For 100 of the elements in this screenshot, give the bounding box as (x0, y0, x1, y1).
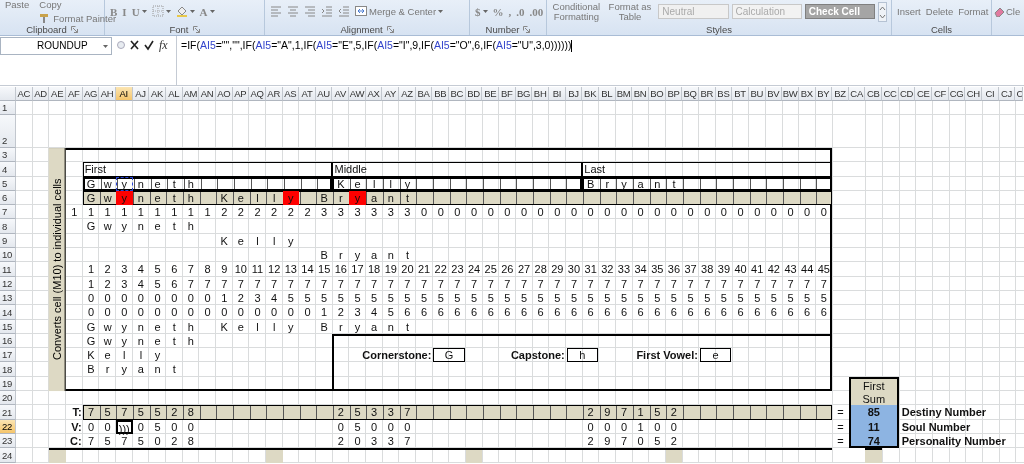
indent-button[interactable] (337, 5, 351, 18)
sheet-cell-text: 7 (519, 276, 529, 291)
ribbon-button[interactable]: Cle (993, 6, 1022, 17)
sheet-cell-text: 3 (120, 276, 129, 291)
column-header[interactable]: BT (732, 87, 749, 101)
sheet-cell-text: 7 (403, 405, 412, 420)
row-header[interactable]: 2 (0, 115, 16, 148)
column-header[interactable]: BH (532, 87, 549, 101)
column-header[interactable]: CB (865, 87, 883, 101)
row-header[interactable]: 21 (0, 405, 16, 420)
group-label: Font (169, 23, 189, 35)
column-header[interactable]: BE (482, 87, 500, 101)
indent-icon (338, 5, 350, 18)
sheet-cell-text: 0 (170, 305, 179, 320)
column-header[interactable]: BK (582, 87, 599, 101)
caret-icon[interactable] (438, 10, 444, 13)
row-header[interactable]: 8 (0, 219, 16, 234)
sheet-cell-text: 30 (566, 262, 582, 277)
ribbon-button[interactable]: Delete (924, 6, 955, 17)
indent-button[interactable] (320, 5, 334, 18)
dialog-launcher-icon[interactable] (523, 25, 531, 33)
row-header[interactable]: 17 (0, 348, 16, 363)
ribbon-button[interactable]: Merge & Center (354, 6, 445, 17)
column-header[interactable]: BI (549, 87, 566, 101)
caret-icon[interactable] (482, 10, 488, 13)
row-header[interactable]: 24 (0, 448, 16, 463)
column-header[interactable]: AV (332, 87, 350, 101)
sheet-cell-text: 5 (303, 290, 312, 306)
insert-function-button[interactable]: fx (159, 37, 168, 53)
select-all-corner[interactable] (0, 87, 16, 101)
sheet-cell-text: 1 (186, 205, 195, 220)
row-header[interactable]: 10 (0, 248, 16, 263)
sheet-cell-text: G (85, 176, 97, 191)
column-header[interactable]: BC (449, 87, 466, 101)
sheet-cell-text: t (404, 248, 410, 263)
sheet-cell-text: 5 (436, 290, 445, 306)
column-header[interactable]: BF (499, 87, 516, 101)
dialog-launcher-icon[interactable] (192, 25, 200, 33)
sheet-cell-text: 7 (686, 276, 695, 291)
column-header[interactable]: AZ (399, 87, 416, 101)
row-header[interactable]: 1 (0, 101, 16, 115)
column-header[interactable]: BB (432, 87, 450, 101)
sheet-cell-text: 7 (636, 276, 645, 291)
column-header[interactable]: BQ (682, 87, 699, 101)
sheet-cell-text: 17 (350, 262, 365, 277)
sheet-cell-text: 0 (153, 433, 162, 449)
caret-icon[interactable] (209, 10, 215, 13)
row-header[interactable]: 7 (0, 205, 16, 220)
sheet-cell-text: 3 (386, 433, 395, 449)
row-header[interactable]: 20 (0, 391, 16, 406)
dialog-launcher-icon[interactable] (70, 25, 78, 33)
row-header[interactable]: 3 (0, 148, 16, 163)
column-header[interactable]: AK (149, 87, 166, 101)
column-header[interactable]: AN (199, 87, 216, 101)
align-center-button[interactable] (286, 5, 300, 18)
sheet-cell-text: 0 (303, 305, 312, 320)
column-header[interactable]: AY (382, 87, 400, 101)
column-header[interactable]: CF (932, 87, 949, 101)
name-box[interactable]: ROUNDUP (0, 37, 112, 55)
caret-icon[interactable] (103, 44, 108, 48)
column-header[interactable]: BZ (832, 87, 849, 101)
align-left-button[interactable] (269, 5, 283, 18)
sheet-cell-text: 2 (586, 405, 595, 420)
sheet-cell-text: 2 (253, 205, 262, 220)
sheet-cell-text: 7 (619, 433, 628, 449)
column-header[interactable]: AC (16, 87, 33, 101)
caret-icon[interactable] (141, 10, 147, 13)
column-header[interactable]: CH (965, 87, 983, 101)
align-right-button[interactable] (303, 5, 317, 18)
column-header[interactable]: CI (982, 87, 999, 101)
column-header[interactable]: AH (99, 87, 116, 101)
sheet-cell-text: h (186, 333, 195, 349)
dialog-launcher-icon[interactable] (386, 25, 394, 33)
column-header[interactable]: AQ (249, 87, 266, 101)
sheet-cell-text: 0 (653, 205, 662, 220)
row-header[interactable]: 11 (0, 262, 16, 277)
ribbon-button[interactable]: Insert (896, 6, 922, 17)
column-header[interactable]: C (1015, 87, 1024, 101)
ribbon-button[interactable]: Format (957, 6, 990, 17)
column-header[interactable]: AE (49, 87, 66, 101)
paste-button[interactable]: Paste (4, 0, 31, 10)
caret-icon[interactable] (189, 10, 195, 13)
column-header[interactable]: AT (299, 87, 316, 101)
column-header[interactable]: BN (632, 87, 649, 101)
caret-icon[interactable] (165, 10, 171, 13)
column-header[interactable]: CC (882, 87, 899, 101)
column-header[interactable]: AW (349, 87, 366, 101)
sheet-cell-text: 5 (553, 290, 562, 306)
row-header[interactable]: 14 (0, 305, 16, 320)
ribbon-button[interactable]: Conditional Formatting (551, 1, 602, 22)
paint-bucket-button[interactable] (174, 5, 196, 18)
row-header[interactable]: 18 (0, 362, 16, 377)
sheet-cell-text: r (104, 362, 111, 377)
row-header[interactable]: 4 (0, 162, 16, 177)
border-grid-button[interactable] (150, 5, 172, 18)
column-header[interactable]: BW (782, 87, 799, 101)
column-header[interactable]: CE (915, 87, 933, 101)
ribbon-button[interactable]: Format as Table (604, 1, 656, 22)
sheet-cell-text: K (219, 233, 229, 249)
sheet-cell-text: 3 (386, 205, 395, 220)
